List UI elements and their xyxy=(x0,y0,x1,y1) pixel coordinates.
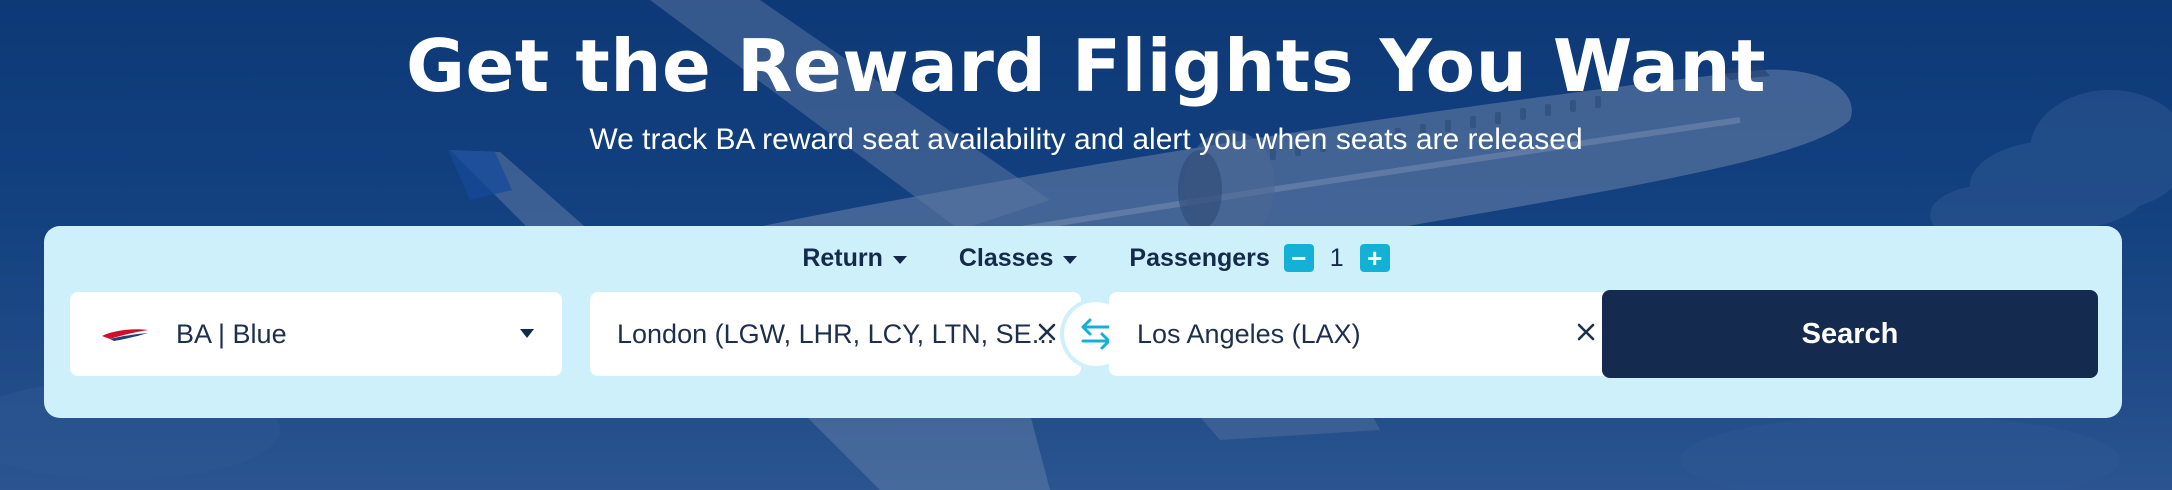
trip-type-dropdown[interactable]: Return xyxy=(802,240,907,276)
passengers-decrement-button[interactable]: − xyxy=(1283,243,1314,273)
classes-label: Classes xyxy=(958,243,1054,272)
plus-icon: + xyxy=(1367,243,1383,273)
hero-section: Get the Reward Flights You Want We track… xyxy=(0,0,2172,490)
destination-value: Los Angeles (LAX) xyxy=(1137,318,1361,349)
search-panel: Return Classes Passengers − 1 + BA | Blu… xyxy=(44,226,2122,418)
origin-input[interactable]: London (LGW, LHR, LCY, LTN, SE... xyxy=(590,292,1081,376)
caret-down-icon xyxy=(1063,255,1078,264)
hero-title: Get the Reward Flights You Want xyxy=(405,24,1767,108)
minus-icon: − xyxy=(1291,243,1307,273)
passengers-count: 1 xyxy=(1329,243,1344,272)
origin-value: London (LGW, LHR, LCY, LTN, SE... xyxy=(617,318,1055,349)
passengers-label: Passengers xyxy=(1129,243,1270,272)
search-button[interactable]: Search xyxy=(1602,290,2098,378)
classes-dropdown[interactable]: Classes xyxy=(959,240,1078,276)
hero-subtitle: We track BA reward seat availability and… xyxy=(589,123,1583,156)
caret-down-icon xyxy=(892,255,907,264)
search-options-bar: Return Classes Passengers − 1 + xyxy=(44,240,2122,276)
airline-value: BA | Blue xyxy=(176,318,287,349)
british-airways-speedmarque-icon xyxy=(102,329,148,341)
clear-icon[interactable] xyxy=(1035,320,1059,344)
caret-down-icon[interactable] xyxy=(520,329,534,338)
passengers-increment-button[interactable]: + xyxy=(1359,243,1390,273)
destination-input[interactable]: Los Angeles (LAX) xyxy=(1109,292,1620,376)
airline-select[interactable]: BA | Blue xyxy=(70,292,562,376)
passengers-stepper: Passengers − 1 + xyxy=(1129,243,1390,273)
trip-type-label: Return xyxy=(802,243,883,272)
clear-icon[interactable] xyxy=(1574,320,1598,344)
